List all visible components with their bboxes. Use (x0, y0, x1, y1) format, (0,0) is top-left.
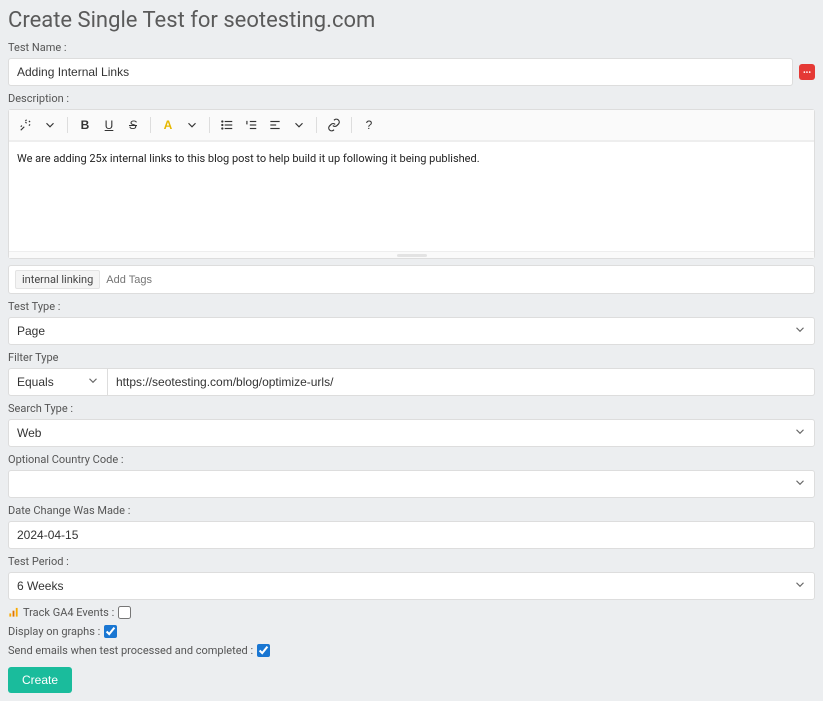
date-change-label: Date Change Was Made : (8, 504, 815, 517)
toolbar-separator (316, 117, 317, 133)
track-ga4-label: Track GA4 Events : (23, 606, 114, 619)
filter-url-input[interactable] (108, 368, 815, 396)
add-tags-input[interactable] (106, 274, 808, 286)
ordered-list-icon[interactable] (240, 114, 262, 136)
link-icon[interactable] (323, 114, 345, 136)
search-type-label: Search Type : (8, 402, 815, 415)
test-period-select[interactable] (8, 572, 815, 600)
chevron-down-icon[interactable] (288, 114, 310, 136)
display-graphs-label: Display on graphs : (8, 625, 100, 638)
send-emails-label: Send emails when test processed and comp… (8, 644, 253, 657)
search-type-select[interactable] (8, 419, 815, 447)
editor-resize-handle[interactable] (9, 251, 814, 258)
description-editor: B U S A ? (8, 109, 815, 259)
status-badge-icon[interactable]: ••• (799, 64, 815, 80)
test-period-label: Test Period : (8, 555, 815, 568)
tag-chip[interactable]: internal linking (15, 270, 100, 289)
ga4-icon (8, 607, 19, 618)
toolbar-separator (150, 117, 151, 133)
chevron-down-icon[interactable] (39, 114, 61, 136)
test-name-input[interactable] (8, 58, 793, 86)
test-type-select[interactable] (8, 317, 815, 345)
toolbar-separator (209, 117, 210, 133)
tags-input[interactable]: internal linking (8, 265, 815, 294)
test-type-label: Test Type : (8, 300, 815, 313)
toolbar-separator (351, 117, 352, 133)
display-graphs-checkbox[interactable] (104, 625, 117, 638)
editor-toolbar: B U S A ? (9, 110, 814, 141)
strike-button[interactable]: S (122, 114, 144, 136)
country-code-label: Optional Country Code : (8, 453, 815, 466)
track-ga4-checkbox[interactable] (118, 606, 131, 619)
date-change-input[interactable] (8, 521, 815, 549)
page-title: Create Single Test for seotesting.com (8, 8, 815, 33)
send-emails-checkbox[interactable] (257, 644, 270, 657)
unordered-list-icon[interactable] (216, 114, 238, 136)
bold-button[interactable]: B (74, 114, 96, 136)
toolbar-separator (67, 117, 68, 133)
description-label: Description : (8, 92, 815, 105)
test-name-label: Test Name : (8, 41, 815, 54)
underline-button[interactable]: U (98, 114, 120, 136)
create-button[interactable]: Create (8, 667, 72, 693)
font-color-button[interactable]: A (157, 114, 179, 136)
magic-icon[interactable] (15, 114, 37, 136)
paragraph-icon[interactable] (264, 114, 286, 136)
chevron-down-icon[interactable] (181, 114, 203, 136)
help-icon[interactable]: ? (358, 114, 380, 136)
country-code-select[interactable] (8, 470, 815, 498)
description-textarea[interactable]: We are adding 25x internal links to this… (9, 141, 814, 251)
filter-type-select[interactable] (8, 368, 108, 396)
filter-type-label: Filter Type (8, 351, 815, 364)
